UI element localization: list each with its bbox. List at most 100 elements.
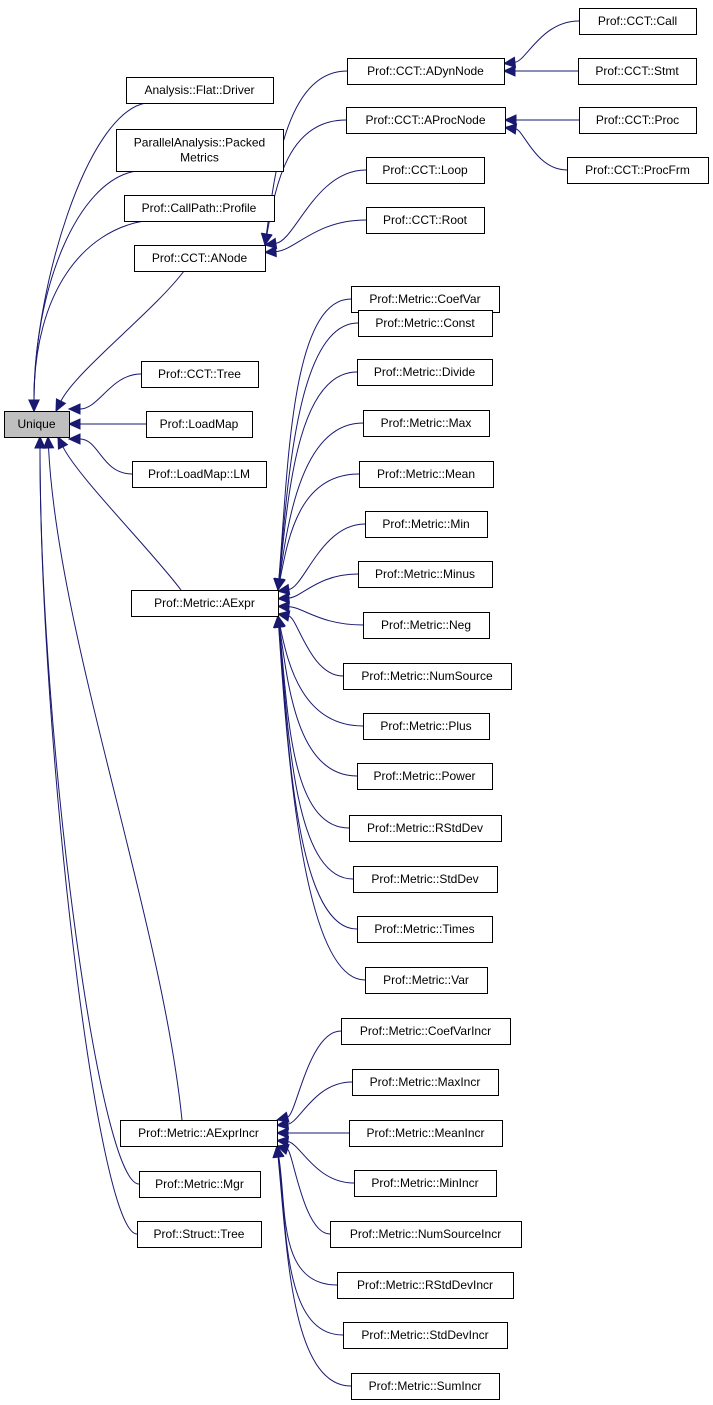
node-label: Prof::CCT::Loop xyxy=(382,163,468,177)
node-label: Analysis::Flat::Driver xyxy=(144,83,254,97)
class-node-unique[interactable]: Unique xyxy=(4,411,70,438)
class-node-procfrm[interactable]: Prof::CCT::ProcFrm xyxy=(567,157,709,184)
node-label: Prof::Metric::Plus xyxy=(380,719,471,733)
arrowhead-icon xyxy=(34,435,46,449)
node-label: Prof::Struct::Tree xyxy=(154,1227,245,1241)
node-label: Prof::Metric::AExprIncr xyxy=(138,1126,259,1140)
class-node-divide[interactable]: Prof::Metric::Divide xyxy=(357,359,493,386)
class-node-mean[interactable]: Prof::Metric::Mean xyxy=(359,461,494,488)
class-node-const[interactable]: Prof::Metric::Const xyxy=(358,310,493,337)
inheritance-edge-minincr-to-aexprincr xyxy=(287,1141,355,1184)
inheritance-edge-profile-to-unique xyxy=(33,220,145,401)
arrowhead-icon xyxy=(57,435,69,450)
class-node-minincr[interactable]: Prof::Metric::MinIncr xyxy=(354,1170,497,1197)
arrowhead-icon xyxy=(276,592,290,604)
class-node-aexprincr[interactable]: Prof::Metric::AExprIncr xyxy=(120,1120,278,1147)
node-label: Prof::Metric::Min xyxy=(382,517,469,531)
class-node-profile[interactable]: Prof::CallPath::Profile xyxy=(124,195,275,222)
class-node-packed[interactable]: ParallelAnalysis::PackedMetrics xyxy=(116,129,284,172)
node-label: Prof::CCT::Proc xyxy=(596,113,679,127)
node-label: Prof::Metric::StdDevIncr xyxy=(361,1328,488,1342)
class-node-aexpr[interactable]: Prof::Metric::AExpr xyxy=(131,590,279,617)
node-label: Prof::Metric::Neg xyxy=(381,618,471,632)
node-label: ParallelAnalysis::Packed xyxy=(134,136,265,150)
class-node-call[interactable]: Prof::CCT::Call xyxy=(579,8,697,35)
inheritance-edge-lm-to-unique xyxy=(79,438,133,475)
node-label: Prof::Metric::Const xyxy=(375,316,475,330)
class-node-numsource[interactable]: Prof::Metric::NumSource xyxy=(343,663,512,690)
node-label: Prof::Metric::Power xyxy=(373,769,475,783)
class-node-plus[interactable]: Prof::Metric::Plus xyxy=(363,713,490,740)
node-label: Prof::Metric::Mean xyxy=(377,467,475,481)
node-label: Prof::CCT::Tree xyxy=(158,367,241,381)
class-node-meanincr[interactable]: Prof::Metric::MeanIncr xyxy=(349,1120,503,1147)
inheritance-edge-call-to-adyn xyxy=(514,20,580,63)
node-label: Prof::Metric::Times xyxy=(374,922,474,936)
inheritance-edge-maxincr-to-aexprincr xyxy=(287,1081,353,1125)
class-node-anode[interactable]: Prof::CCT::ANode xyxy=(134,245,266,272)
class-node-rstddevincr[interactable]: Prof::Metric::RStdDevIncr xyxy=(337,1272,514,1299)
class-node-stddevincr[interactable]: Prof::Metric::StdDevIncr xyxy=(343,1322,508,1349)
inheritance-edge-cctroot-to-anode xyxy=(275,219,367,253)
inheritance-edge-mgr-to-unique xyxy=(39,447,140,1185)
arrowhead-icon xyxy=(67,433,81,445)
inheritance-graph: Unique Analysis::Flat::DriverParallelAnal… xyxy=(4,8,709,1400)
arrowhead-icon xyxy=(502,65,516,77)
node-label: Prof::Metric::MaxIncr xyxy=(370,1075,481,1089)
class-node-stmt[interactable]: Prof::CCT::Stmt xyxy=(578,58,697,85)
arrowhead-icon xyxy=(502,56,517,68)
arrowhead-icon xyxy=(28,399,40,413)
inheritance-edge-procfrm-to-aproc xyxy=(515,128,568,171)
node-label: Prof::Metric::RStdDevIncr xyxy=(357,1278,493,1292)
class-node-loop[interactable]: Prof::CCT::Loop xyxy=(366,157,485,184)
class-node-stddev[interactable]: Prof::Metric::StdDev xyxy=(353,866,498,893)
class-node-proc[interactable]: Prof::CCT::Proc xyxy=(579,107,697,134)
node-label: Prof::Metric::MinIncr xyxy=(371,1176,478,1190)
node-label: Prof::Metric::CoefVarIncr xyxy=(360,1024,491,1038)
class-node-minus[interactable]: Prof::Metric::Minus xyxy=(358,561,493,588)
class-node-numsourceincr[interactable]: Prof::Metric::NumSourceIncr xyxy=(330,1221,522,1248)
arrowhead-icon xyxy=(67,418,81,430)
arrowhead-icon xyxy=(67,403,81,415)
nodes-layer: Unique Analysis::Flat::DriverParallelAnal… xyxy=(4,8,709,1400)
node-label: Prof::CallPath::Profile xyxy=(142,201,257,215)
arrowhead-icon xyxy=(55,398,67,413)
node-label: Prof::CCT::ADynNode xyxy=(367,64,484,78)
inheritance-edge-const-to-aexpr xyxy=(278,322,359,580)
class-node-adyn[interactable]: Prof::CCT::ADynNode xyxy=(347,58,505,85)
class-node-sumincr[interactable]: Prof::Metric::SumIncr xyxy=(351,1373,500,1400)
arrowhead-icon xyxy=(503,123,518,135)
class-node-var[interactable]: Prof::Metric::Var xyxy=(365,967,488,994)
class-node-neg[interactable]: Prof::Metric::Neg xyxy=(363,612,490,639)
class-node-times[interactable]: Prof::Metric::Times xyxy=(357,916,493,943)
node-label: Prof::CCT::ANode xyxy=(152,251,248,265)
node-label: Prof::Metric::Divide xyxy=(374,365,476,379)
class-node-power[interactable]: Prof::Metric::Power xyxy=(357,763,493,790)
class-node-min[interactable]: Prof::Metric::Min xyxy=(365,511,488,538)
class-node-aproc[interactable]: Prof::CCT::AProcNode xyxy=(346,107,506,134)
class-node-maxincr[interactable]: Prof::Metric::MaxIncr xyxy=(352,1069,499,1096)
class-node-max[interactable]: Prof::Metric::Max xyxy=(363,410,490,437)
class-node-cctroot[interactable]: Prof::CCT::Root xyxy=(366,207,485,234)
node-label: Prof::Metric::Max xyxy=(381,416,472,430)
class-node-lm[interactable]: Prof::LoadMap::LM xyxy=(132,461,267,488)
class-node-coefvarincr[interactable]: Prof::Metric::CoefVarIncr xyxy=(341,1018,511,1045)
node-label: Prof::LoadMap::LM xyxy=(148,467,250,481)
class-node-structtree[interactable]: Prof::Struct::Tree xyxy=(137,1221,262,1248)
inheritance-edge-loop-to-anode xyxy=(275,169,367,244)
class-node-rstddev[interactable]: Prof::Metric::RStdDev xyxy=(349,815,502,842)
inheritance-edge-packed-to-unique xyxy=(33,170,137,401)
inheritance-edge-neg-to-aexpr xyxy=(288,606,364,626)
node-label: Prof::Metric::Var xyxy=(383,973,469,987)
node-label: Prof::Metric::NumSourceIncr xyxy=(350,1227,501,1241)
node-label: Prof::CCT::Stmt xyxy=(595,64,679,78)
inheritance-edge-structtree-to-unique xyxy=(39,447,138,1235)
class-node-loadmap[interactable]: Prof::LoadMap xyxy=(146,411,253,438)
inheritance-edge-mean-to-aexpr xyxy=(279,473,360,580)
class-node-flatdriver[interactable]: Analysis::Flat::Driver xyxy=(126,77,274,104)
class-node-ccttree[interactable]: Prof::CCT::Tree xyxy=(141,361,259,388)
class-node-coefvar[interactable]: Prof::Metric::CoefVar xyxy=(351,286,500,313)
node-label: Prof::CCT::AProcNode xyxy=(365,113,485,127)
class-node-mgr[interactable]: Prof::Metric::Mgr xyxy=(139,1171,261,1198)
node-label: Prof::CCT::Root xyxy=(383,213,468,227)
